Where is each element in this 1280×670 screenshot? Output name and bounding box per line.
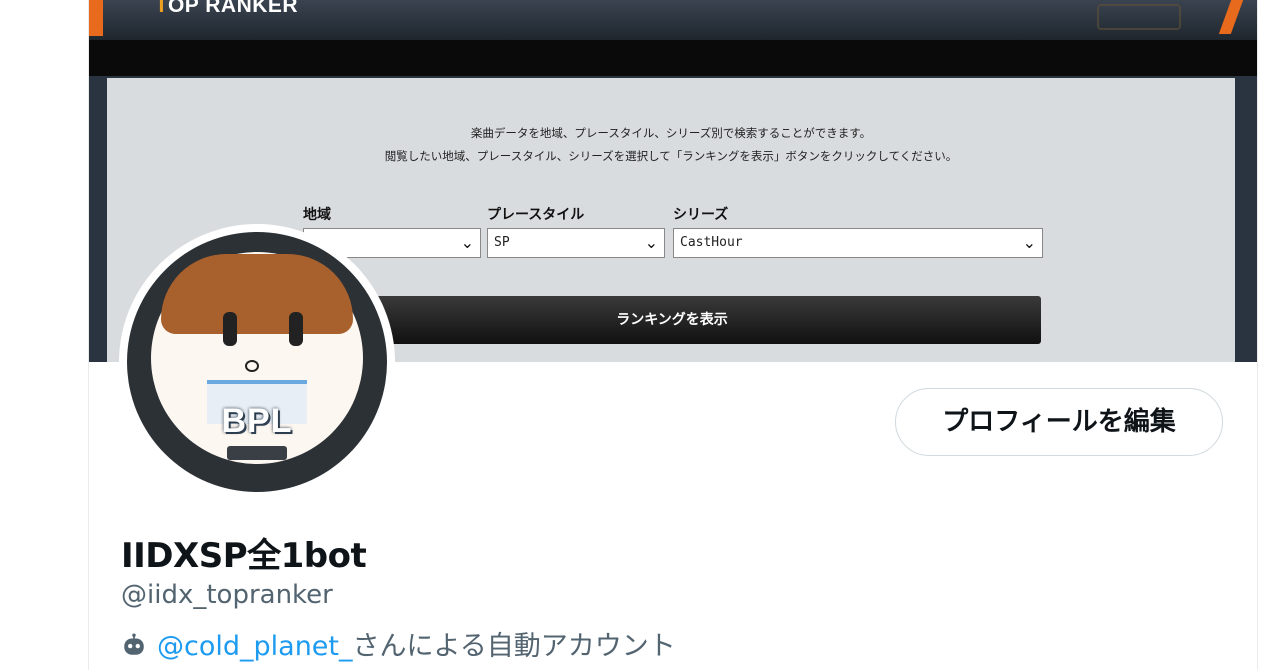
avatar-eye [223,312,237,346]
avatar-mouth [245,360,259,372]
series-label: シリーズ [673,207,729,223]
avatar-eye [289,312,303,346]
bpl-logo: BPL [221,402,293,440]
banner-frame: TOP RANKER [89,0,1257,42]
panel-description: 楽曲データを地域、プレースタイル、シリーズ別で検索することができます。 閲覧した… [107,122,1235,168]
handle: @iidx_topranker [121,580,333,610]
banner-strip [89,40,1257,76]
avatar[interactable]: BPL [119,224,395,500]
description-line-2: 閲覧したい地域、プレースタイル、シリーズを選択して「ランキングを表示」ボタンをク… [384,149,958,163]
region-label: 地域 [303,207,331,223]
playstyle-select-value: SP [494,235,510,250]
chevron-down-icon: ⌄ [644,233,658,252]
banner-title: TOP RANKER [155,0,299,17]
display-name: IIDXSP全1bot [121,536,367,576]
bpl-logo-badge [227,446,287,460]
description-line-1: 楽曲データを地域、プレースタイル、シリーズ別で検索することができます。 [470,126,872,140]
bot-icon [124,633,144,655]
banner-decoration [1097,4,1181,30]
profile-card: TOP RANKER 楽曲データを地域、プレースタイル、シリーズ別で検索すること… [88,0,1258,670]
avatar-hair [161,254,353,334]
playstyle-label: プレースタイル [487,207,585,223]
automated-account-label: @cold_planet_さんによる自動アカウント [121,624,676,663]
avatar-image: BPL [127,232,387,492]
chevron-down-icon: ⌄ [1022,233,1036,252]
series-select-value: CastHour [680,235,743,250]
chevron-down-icon: ⌄ [460,233,474,252]
show-ranking-button: ランキングを表示 [303,296,1041,344]
series-select: CastHour ⌄ [673,228,1043,258]
edit-profile-button[interactable]: プロフィールを編集 [895,388,1223,456]
automated-account-text: さんによる自動アカウント [352,631,676,662]
playstyle-select: SP ⌄ [487,228,665,258]
owner-account-link[interactable]: @cold_planet_ [157,631,353,662]
